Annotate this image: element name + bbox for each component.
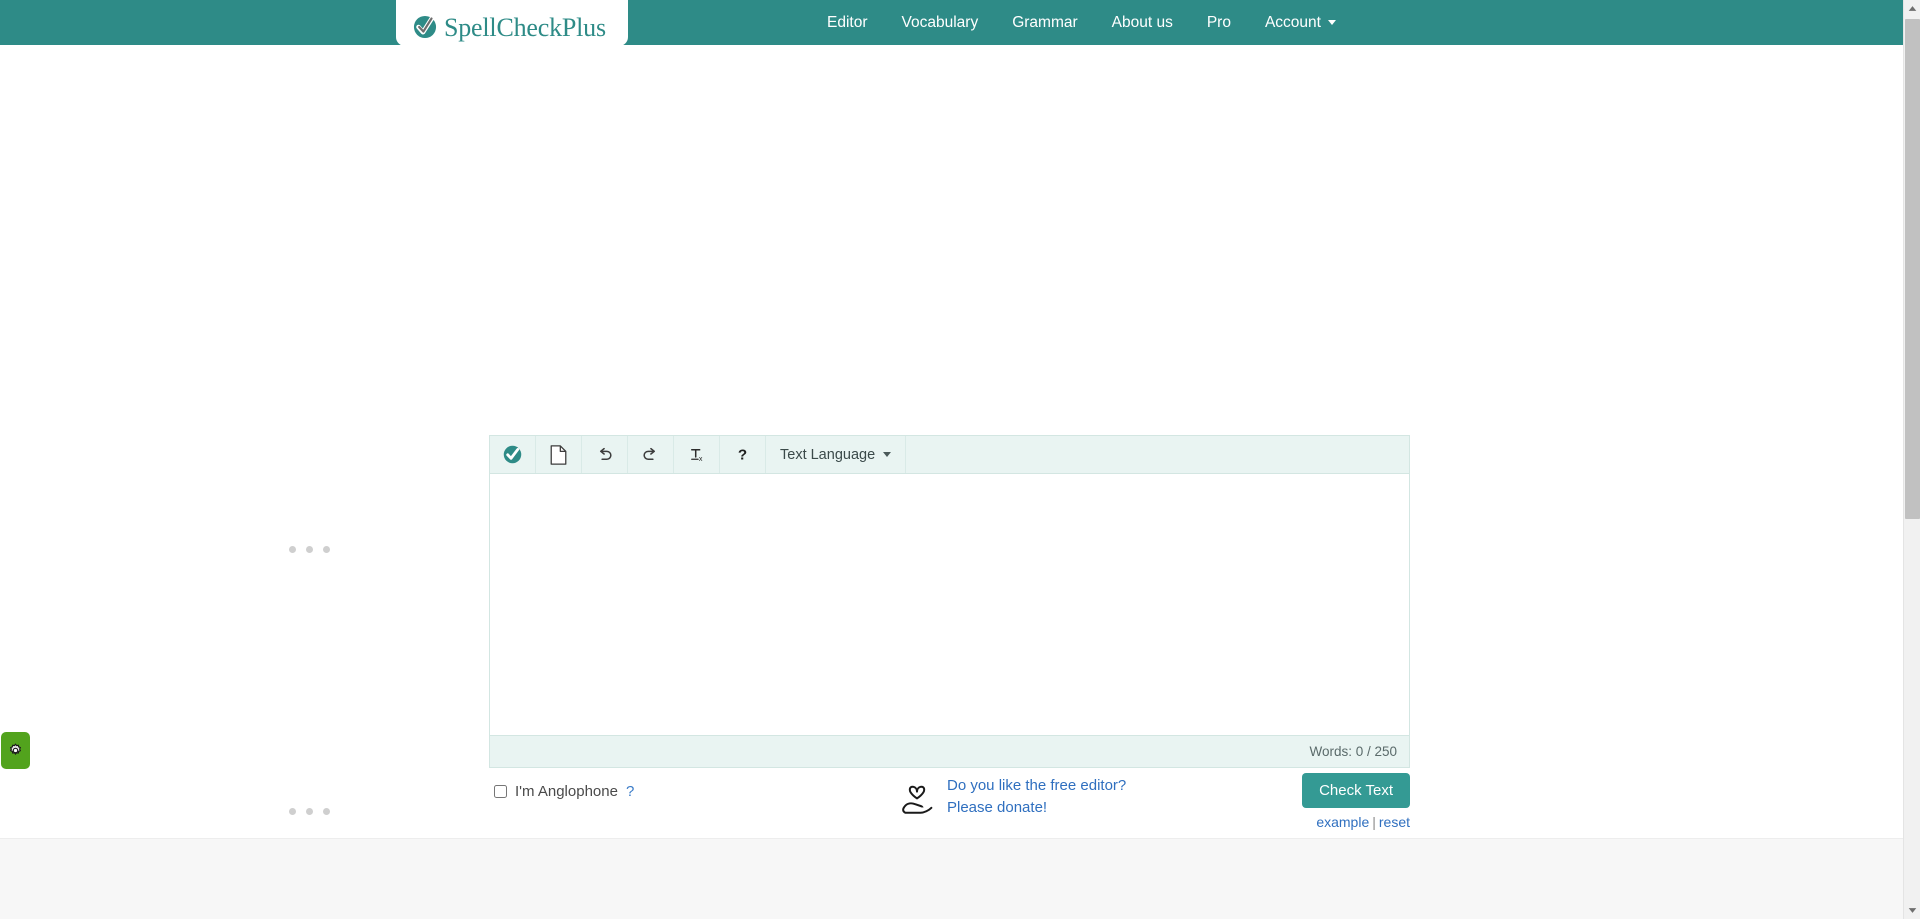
remove-formatting-icon: x <box>690 448 703 463</box>
checkmark-circle-icon <box>413 15 437 39</box>
nav-link-grammar[interactable]: Grammar <box>995 0 1094 45</box>
editor-controls-row: I'm Anglophone ? Do you like the free ed… <box>489 773 1410 835</box>
cookie-settings-button[interactable] <box>1 732 30 769</box>
nav-link-account[interactable]: Account <box>1248 0 1353 45</box>
example-link[interactable]: example <box>1316 814 1369 830</box>
scrollbar-thumb[interactable] <box>1905 19 1920 519</box>
anglophone-label: I'm Anglophone <box>515 783 618 800</box>
ad-placeholder-bottom <box>289 808 330 815</box>
nav-links: Editor Vocabulary Grammar About us Pro A… <box>810 0 1353 45</box>
text-editor-input[interactable] <box>489 474 1410 735</box>
checkmark-circle-icon <box>503 445 522 464</box>
brand-logo-badge[interactable]: SpellCheckPlus <box>396 0 628 46</box>
main-content: x ? Text Language Words: 0 / 250 I'm Ang… <box>0 45 1903 883</box>
toolbar-new-document-button[interactable] <box>536 436 582 473</box>
scroll-down-arrow-icon[interactable] <box>1904 902 1920 919</box>
editor-status-bar: Words: 0 / 250 <box>489 735 1410 768</box>
chevron-down-icon <box>883 452 892 457</box>
anglophone-checkbox-row[interactable]: I'm Anglophone ? <box>494 783 634 800</box>
toolbar-redo-button[interactable] <box>628 436 674 473</box>
donate-block[interactable]: Do you like the free editor? Please dona… <box>899 775 1126 819</box>
donate-line-1: Do you like the free editor? <box>947 777 1127 794</box>
toolbar-text-language-dropdown[interactable]: Text Language <box>766 436 907 473</box>
footer-band <box>0 838 1903 919</box>
reset-link[interactable]: reset <box>1379 814 1410 830</box>
svg-text:?: ? <box>738 447 747 464</box>
svg-text:x: x <box>699 455 703 463</box>
gear-icon <box>9 743 22 755</box>
editor-actions: Check Text example | reset <box>1302 773 1410 830</box>
undo-arrow-icon <box>599 447 612 461</box>
anglophone-checkbox[interactable] <box>494 785 507 798</box>
ad-placeholder-top <box>289 546 330 553</box>
toolbar-help-button[interactable]: ? <box>720 436 766 473</box>
nav-link-editor[interactable]: Editor <box>810 0 885 45</box>
editor-toolbar: x ? Text Language <box>489 435 1410 474</box>
top-navigation-bar: SpellCheckPlus Editor Vocabulary Grammar… <box>0 0 1903 46</box>
donate-text: Do you like the free editor? Please dona… <box>947 775 1126 819</box>
brand-name: SpellCheckPlus <box>444 13 606 42</box>
anglophone-help-link[interactable]: ? <box>626 783 634 800</box>
word-count-label: Words: 0 / 250 <box>1309 744 1397 759</box>
toolbar-undo-button[interactable] <box>582 436 628 473</box>
document-page-icon <box>550 444 567 465</box>
link-separator: | <box>1372 814 1376 830</box>
editor-sublinks: example | reset <box>1302 814 1410 830</box>
nav-link-pro[interactable]: Pro <box>1190 0 1248 45</box>
toolbar-check-text-button[interactable] <box>490 436 536 473</box>
page-scrollbar[interactable] <box>1903 0 1920 919</box>
donate-line-2: Please donate! <box>947 798 1048 816</box>
nav-link-vocabulary[interactable]: Vocabulary <box>885 0 996 45</box>
heart-in-hand-icon <box>902 785 933 814</box>
scroll-up-arrow-icon[interactable] <box>1904 0 1920 17</box>
check-text-button[interactable]: Check Text <box>1302 773 1410 808</box>
editor-card: x ? Text Language Words: 0 / 250 <box>489 435 1410 768</box>
redo-arrow-icon <box>643 447 656 461</box>
question-mark-icon: ? <box>738 447 747 464</box>
page-root: SpellCheckPlus Editor Vocabulary Grammar… <box>0 0 1903 919</box>
toolbar-text-language-label: Text Language <box>780 446 876 463</box>
toolbar-remove-format-button[interactable]: x <box>674 436 720 473</box>
nav-link-about-us[interactable]: About us <box>1095 0 1190 45</box>
